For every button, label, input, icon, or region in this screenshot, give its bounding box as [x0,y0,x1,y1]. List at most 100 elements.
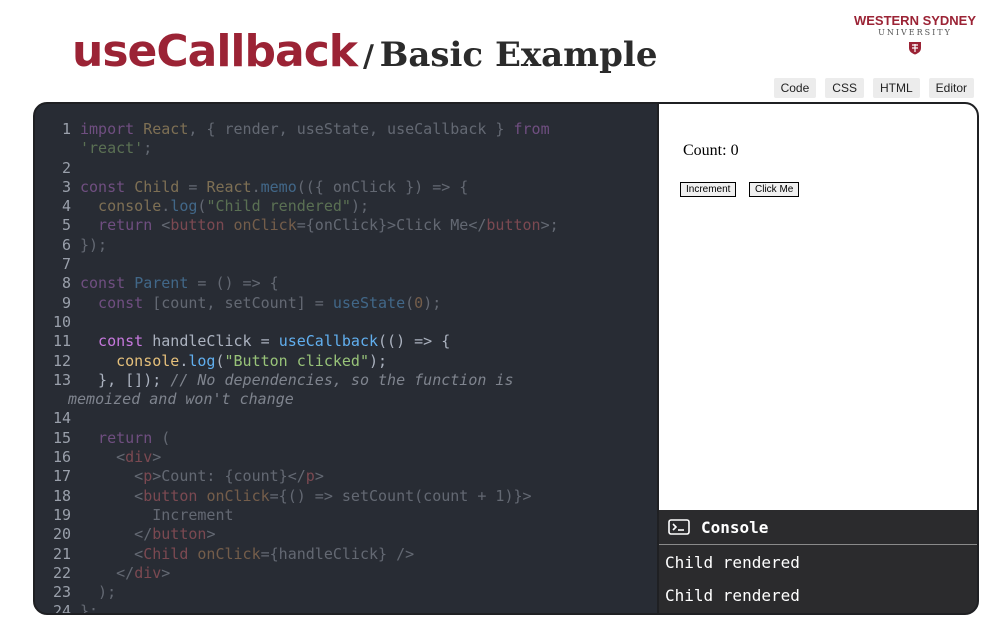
code-line: 7 [35,255,559,274]
code-line: 15 return ( [35,429,559,448]
code-token: < [80,448,126,467]
line-number: 17 [52,467,71,486]
line-number: 20 [52,525,71,544]
code-line: 16 <div> [35,448,559,467]
code-line: 18 <button onClick={() => setCount(count… [35,487,559,506]
code-line: 9 const [count, setCount] = useState(0); [35,294,559,313]
code-line: 13 }, []); // No dependencies, so the fu… [35,371,559,390]
code-listing[interactable]: 1 import React, { render, useState, useCa… [35,120,559,613]
code-token: ={onClick}>Click Me</ [296,216,487,235]
terminal-icon [668,519,690,535]
code-token: > [206,525,216,544]
code-token: = () => { [188,274,279,293]
code-token: </ [80,563,135,582]
title-highlight: useCallback [72,26,358,77]
code-token: onClick [233,216,297,235]
code-token: > [152,448,162,467]
logo-line1: WESTERN SYDNEY [853,13,977,28]
code-token: < [80,544,144,563]
console-log-line: Child rendered [665,553,800,572]
code-token: useCallback [278,332,379,351]
code-token: onClick [206,486,270,505]
code-line: 3 const Child = React.memo(({ onClick }) … [35,178,559,197]
code-token: onClick [197,544,261,563]
code-token: button [143,486,198,505]
code-token: Child [143,544,189,563]
code-token: }, []); [80,370,171,389]
code-line: 2 [35,159,559,178]
line-number: 15 [52,428,71,447]
code-token: </ [80,525,153,544]
code-line: 14 [35,409,559,428]
tab-css[interactable]: CSS [825,78,864,98]
console-title: Console [701,518,769,537]
console-header: Console [659,510,977,545]
line-number: 13 [52,370,71,389]
line-number: 23 [52,583,71,602]
code-token: "Child rendered" [206,197,351,216]
code-line: 'react'; [35,139,559,158]
tab-code[interactable]: Code [773,78,817,98]
code-token: (({ onClick }) => { [296,177,469,196]
line-number: 18 [52,486,71,505]
line-number: 2 [61,158,71,177]
line-number: 14 [52,409,71,428]
code-token: useState [332,293,406,312]
tab-editor[interactable]: Editor [928,78,974,98]
code-token: Child [134,177,180,196]
code-token: ={() => setCount(count + 1)}> [269,486,532,505]
code-line: 12 console.log("Button clicked"); [35,352,559,371]
code-token: ); [350,197,369,216]
playground-frame: 1 import React, { render, useState, useCa… [33,102,979,615]
code-token: const [80,274,135,293]
code-token: log [170,197,198,216]
code-token: Increment [80,505,234,524]
line-number: 9 [61,293,71,312]
code-token: const [80,177,135,196]
code-token: . [161,197,171,216]
line-number: 16 [52,448,71,467]
code-token: Parent [134,274,189,293]
line-number: 7 [61,255,71,274]
code-token: , { render, useState, useCallback } [188,120,514,138]
line-number: 1 [61,120,71,138]
tab-html[interactable]: HTML [872,78,920,98]
code-token: const [80,332,153,351]
code-token: 'react' [80,139,144,158]
code-token: [count, setCount] = [152,293,333,312]
code-token: ( [215,351,225,370]
code-line: 19 Increment [35,506,559,525]
code-line: 1 import React, { render, useState, useCa… [35,120,559,139]
code-token: React [143,120,189,138]
line-number: 22 [52,563,71,582]
code-token: p [305,467,315,486]
code-token: ( [405,293,415,312]
code-editor[interactable]: 1 import React, { render, useState, useCa… [35,104,657,613]
increment-button[interactable]: Increment [680,182,737,197]
code-token: ={handleClick} /> [260,544,415,563]
code-line: 22 </div> [35,564,559,583]
line-number: 12 [52,351,71,370]
code-token: < [161,216,171,235]
code-line: 4 console.log("Child rendered"); [35,197,559,216]
line-number: 21 [52,544,71,563]
code-token: > [314,467,324,486]
code-token: console [80,197,162,216]
line-number: 6 [61,235,71,254]
code-line: 24}; [35,602,559,613]
code-token: button [486,216,541,235]
logo-line2: UNIVERSITY [878,28,952,37]
code-line: 5 return <button onClick={onClick}>Click… [35,216,559,235]
preview-pane: Count: 0 Increment Click Me [659,104,977,510]
code-line: 6}); [35,236,559,255]
code-token: from [513,120,550,138]
code-line: 20 </button> [35,525,559,544]
crest-icon [909,42,921,55]
code-token: return [80,428,162,447]
code-token: React [206,177,252,196]
count-text: Count: 0 [683,142,739,159]
code-token: const [80,293,153,312]
line-number: 10 [52,312,71,331]
click-me-button[interactable]: Click Me [749,182,800,197]
code-token: return [80,216,162,235]
